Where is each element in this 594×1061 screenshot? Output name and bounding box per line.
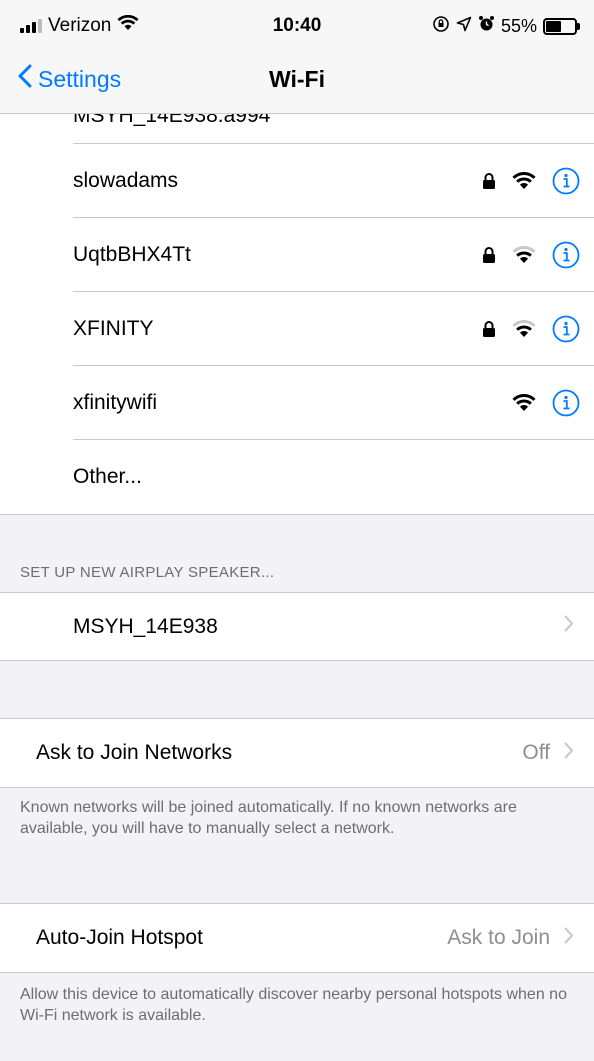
network-name: slowadams [73,169,179,192]
wifi-signal-icon [512,320,536,338]
navigation-bar: Settings Wi-Fi [0,52,594,114]
chevron-right-icon [564,742,574,764]
info-icon[interactable] [552,241,580,269]
status-bar: Verizon 10:40 55% [0,0,594,52]
divider [0,660,594,661]
info-icon[interactable] [552,389,580,417]
alarm-icon [478,15,495,37]
signal-strength-icon [20,19,42,33]
partial-network-name: MSYH_14E938.a994 [73,114,271,127]
orientation-lock-icon [432,15,450,38]
divider [0,787,594,788]
info-icon[interactable] [552,167,580,195]
airplay-speaker-row[interactable]: MSYH_14E938 [0,593,594,660]
partial-network-row[interactable]: MSYH_14E938.a994 [0,114,594,144]
ask-to-join-label: Ask to Join Networks [36,741,233,764]
lock-icon [482,320,496,338]
wifi-signal-icon [512,246,536,264]
wifi-signal-icon [512,394,536,412]
ask-to-join-row[interactable]: Ask to Join Networks Off [0,719,594,787]
auto-join-value: Ask to Join [447,926,550,949]
divider [0,514,594,515]
network-row[interactable]: xfinitywifi [0,366,594,440]
network-name: UqtbBHX4Tt [73,243,191,266]
battery-icon [543,17,580,35]
networks-list: slowadams UqtbBHX4Tt XFINITY xfinitywifi [0,144,594,514]
wifi-signal-icon [512,172,536,190]
wifi-status-icon [117,14,139,37]
lock-icon [482,246,496,264]
airplay-section-header: SET UP NEW AIRPLAY SPEAKER... [20,564,275,581]
ask-to-join-group: Ask to Join Networks Off [0,719,594,787]
info-icon[interactable] [552,315,580,343]
ask-to-join-footer: Known networks will be joined automatica… [20,799,517,837]
status-left: Verizon [20,14,139,37]
network-row[interactable]: XFINITY [0,292,594,366]
network-name: XFINITY [73,317,154,340]
status-right: 55% [432,15,580,38]
airplay-speaker-name: MSYH_14E938 [73,614,218,638]
other-network-label: Other... [73,465,142,488]
network-name: xfinitywifi [73,391,158,414]
divider [0,972,594,973]
auto-join-group: Auto-Join Hotspot Ask to Join [0,904,594,972]
page-title: Wi-Fi [269,66,325,92]
airplay-list: MSYH_14E938 [0,593,594,660]
location-icon [456,16,472,37]
auto-join-row[interactable]: Auto-Join Hotspot Ask to Join [0,904,594,972]
chevron-right-icon [564,927,574,949]
lock-icon [482,172,496,190]
battery-percent: 55% [500,15,537,36]
chevron-right-icon [564,615,574,638]
ask-to-join-value: Off [522,741,550,764]
carrier-label: Verizon [48,15,112,36]
auto-join-footer: Allow this device to automatically disco… [20,986,567,1024]
other-network-row[interactable]: Other... [0,440,594,514]
auto-join-label: Auto-Join Hotspot [36,926,203,949]
network-row[interactable]: UqtbBHX4Tt [0,218,594,292]
network-row[interactable]: slowadams [0,144,594,218]
